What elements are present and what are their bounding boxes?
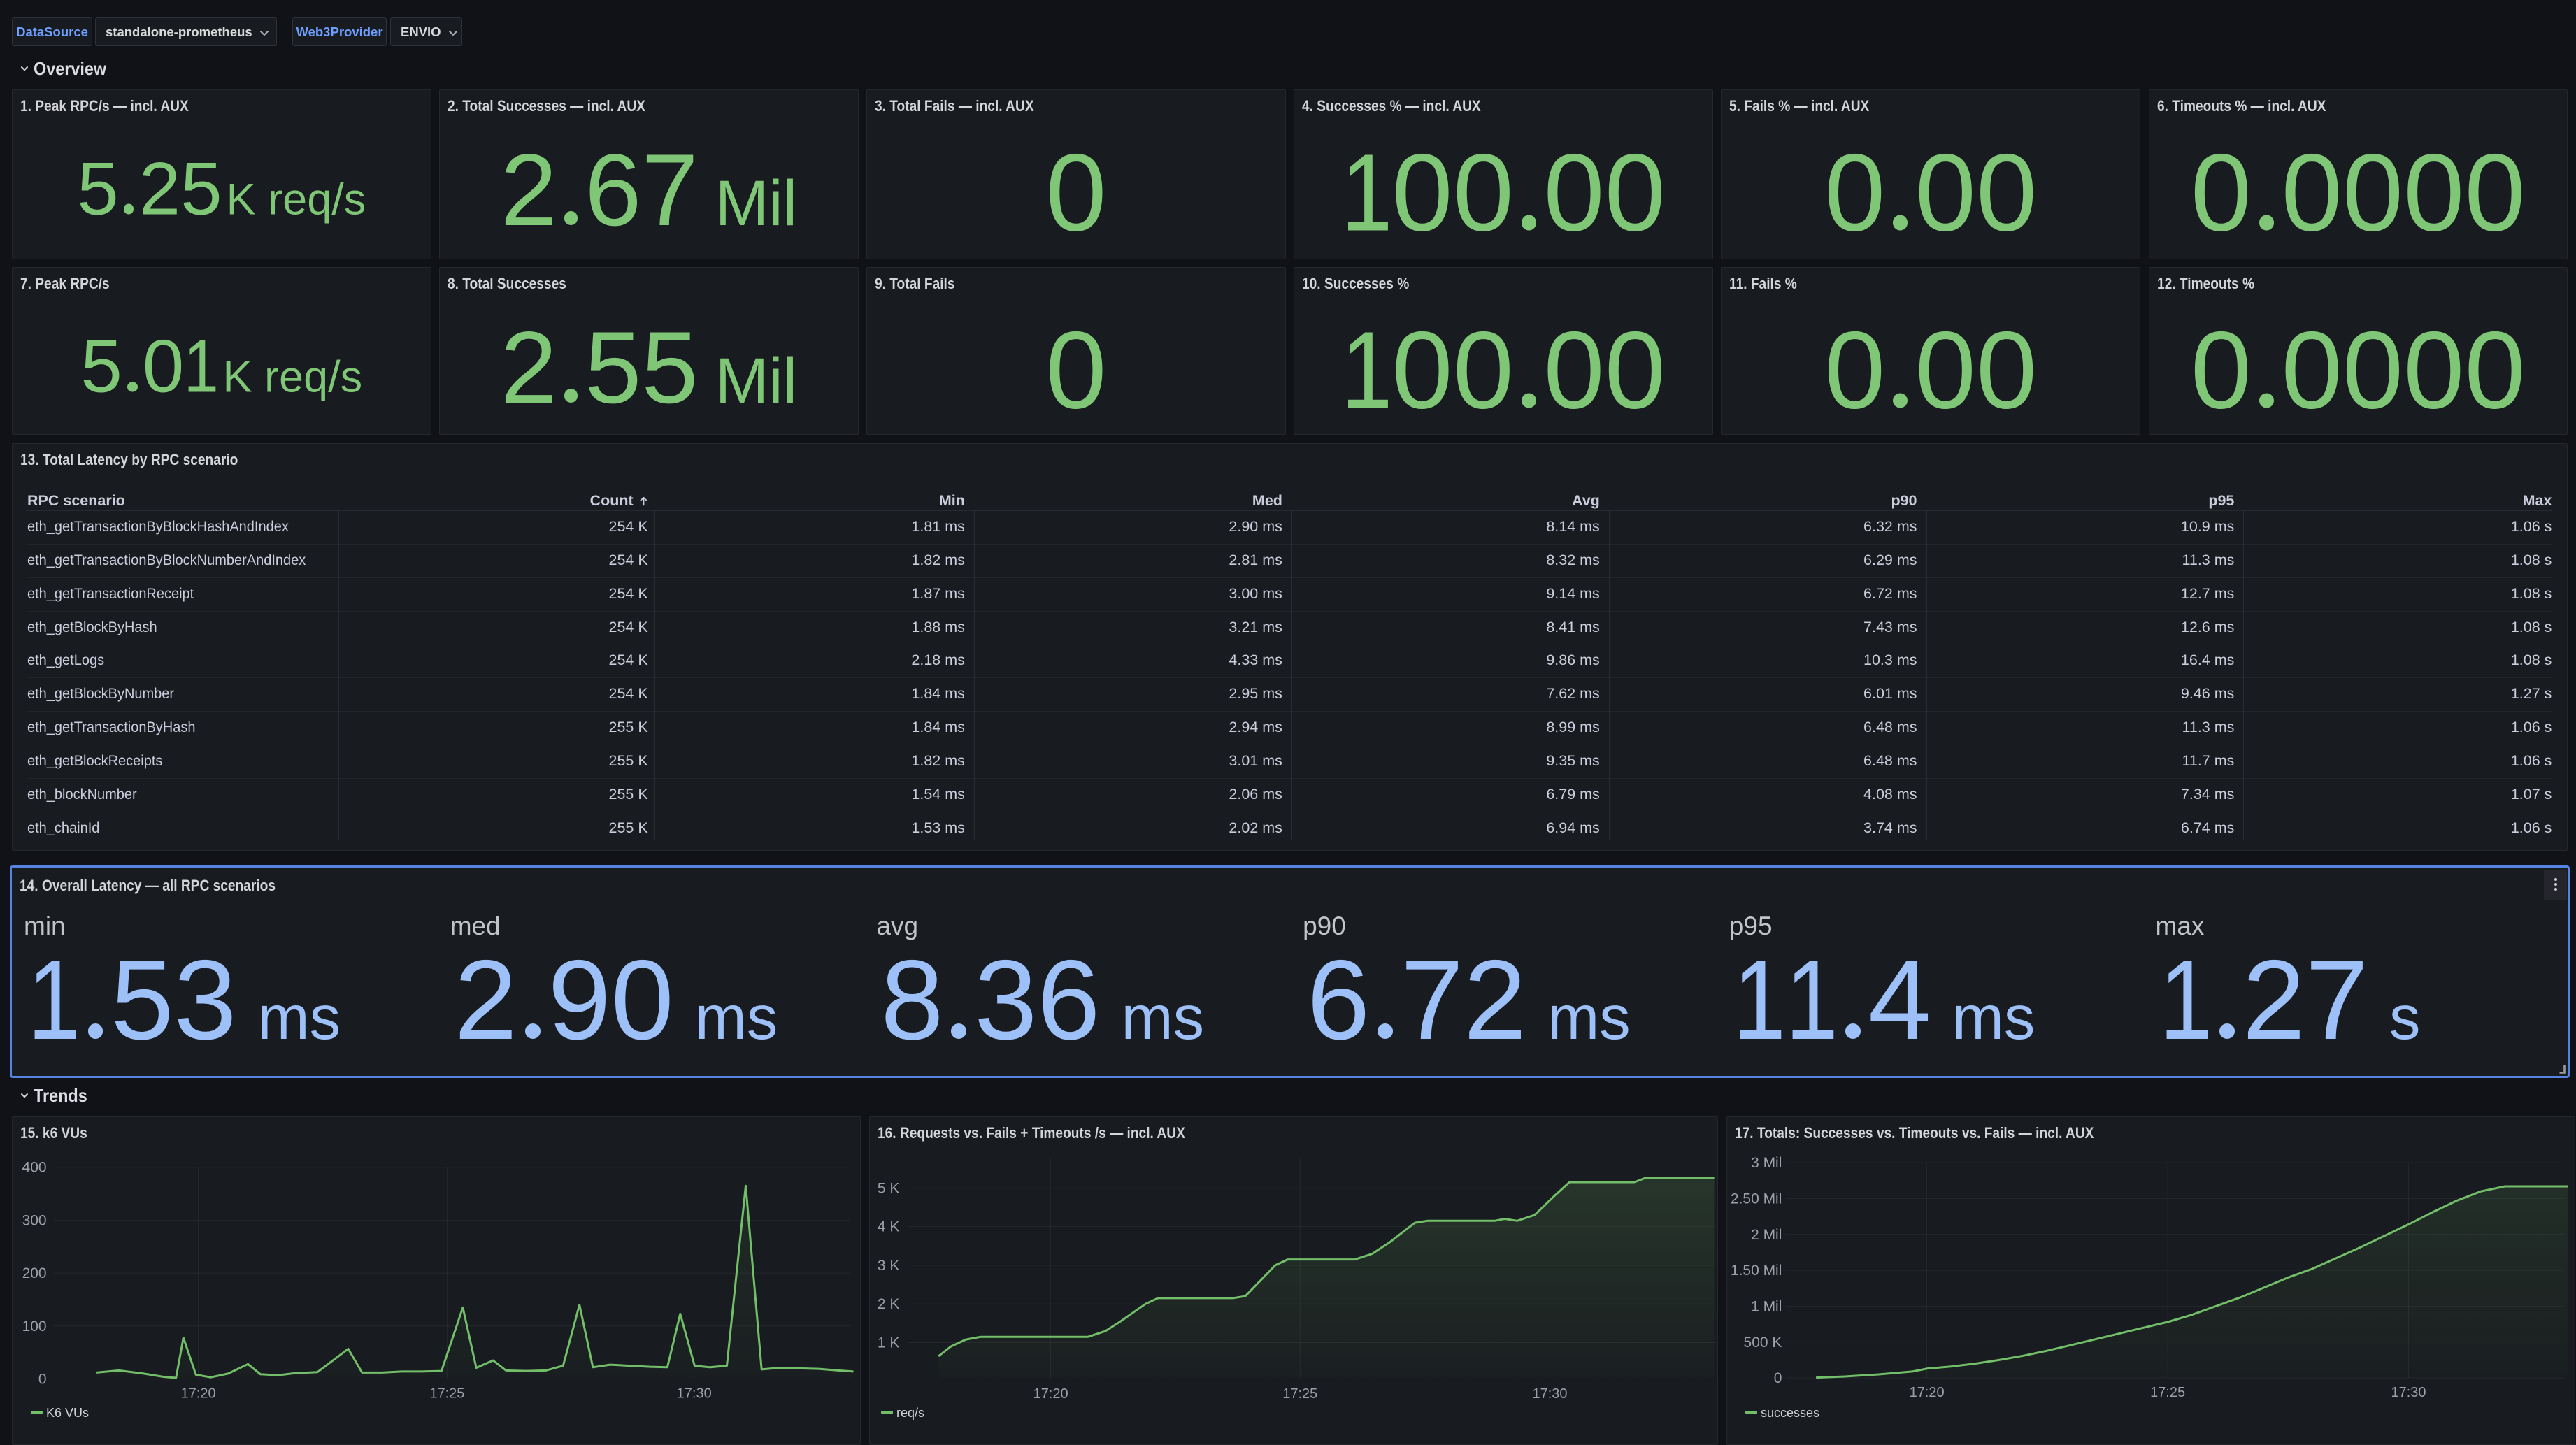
svg-text:17:30: 17:30: [677, 1386, 712, 1401]
svg-text:0: 0: [38, 1371, 47, 1387]
svg-text:17:30: 17:30: [2391, 1385, 2426, 1400]
svg-text:3 Mil: 3 Mil: [1751, 1155, 1782, 1171]
svg-text:17:25: 17:25: [1282, 1386, 1317, 1402]
svg-text:17:30: 17:30: [1532, 1386, 1567, 1402]
svg-text:3 K: 3 K: [878, 1258, 900, 1274]
svg-text:1.50 Mil: 1.50 Mil: [1731, 1263, 1782, 1279]
svg-text:5 K: 5 K: [878, 1180, 900, 1196]
svg-text:400: 400: [22, 1160, 47, 1176]
svg-text:2 K: 2 K: [878, 1296, 900, 1312]
svg-text:1 Mil: 1 Mil: [1751, 1298, 1782, 1314]
svg-text:100: 100: [22, 1318, 47, 1335]
svg-text:200: 200: [22, 1265, 47, 1281]
svg-text:1 K: 1 K: [878, 1335, 900, 1351]
svg-text:4 K: 4 K: [878, 1219, 900, 1235]
svg-text:2 Mil: 2 Mil: [1751, 1227, 1782, 1243]
svg-text:17:25: 17:25: [2150, 1385, 2185, 1400]
svg-text:500 K: 500 K: [1744, 1335, 1782, 1351]
svg-text:17:20: 17:20: [1910, 1385, 1945, 1400]
svg-text:17:25: 17:25: [429, 1386, 464, 1401]
svg-text:17:20: 17:20: [1033, 1386, 1068, 1402]
svg-text:300: 300: [22, 1212, 47, 1228]
svg-text:2.50 Mil: 2.50 Mil: [1731, 1191, 1782, 1207]
svg-text:0: 0: [1774, 1370, 1782, 1386]
svg-text:17:20: 17:20: [181, 1386, 216, 1401]
